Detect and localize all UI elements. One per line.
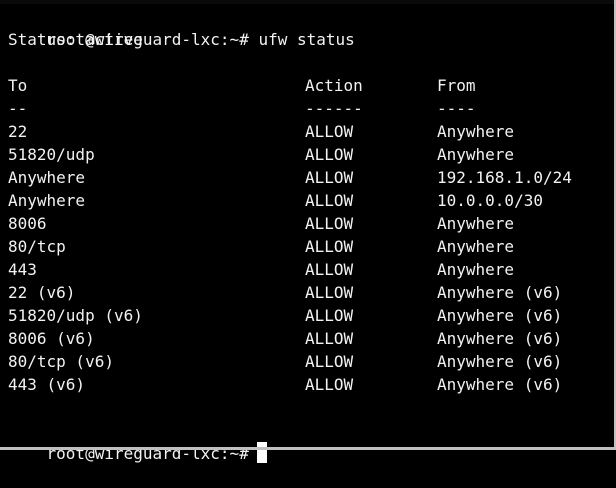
- rule-to: 51820/udp (v6): [8, 306, 143, 325]
- rule-to: 51820/udp: [8, 145, 95, 164]
- rule-to: Anywhere: [8, 168, 86, 187]
- rule-to: 22 (v6): [8, 283, 76, 302]
- rule-to: 443 (v6): [8, 375, 86, 394]
- header-action: Action: [305, 76, 363, 95]
- rule-action: ALLOW: [305, 283, 354, 302]
- table-row: 51820/udp (v6) ALLOW Anywhere (v6): [8, 304, 608, 327]
- command-text: ufw status: [258, 30, 355, 49]
- separator-action: ------: [305, 99, 363, 118]
- table-row: Anywhere ALLOW 10.0.0.0/30: [8, 189, 608, 212]
- rule-from: 192.168.1.0/24: [437, 168, 572, 187]
- separator-from: ----: [437, 99, 476, 118]
- table-row: 8006 (v6) ALLOW Anywhere (v6): [8, 327, 608, 350]
- rule-action: ALLOW: [305, 260, 354, 279]
- table-row: Anywhere ALLOW 192.168.1.0/24: [8, 166, 608, 189]
- rule-action: ALLOW: [305, 214, 354, 233]
- rule-from: Anywhere: [437, 145, 515, 164]
- rule-action: ALLOW: [305, 237, 354, 256]
- rule-action: ALLOW: [305, 306, 354, 325]
- rule-from: Anywhere (v6): [437, 283, 563, 302]
- table-row: 443 ALLOW Anywhere: [8, 258, 608, 281]
- table-header-row: To Action From: [8, 74, 608, 97]
- text-cursor[interactable]: [256, 442, 267, 463]
- rule-to: Anywhere: [8, 191, 86, 210]
- rule-from: Anywhere (v6): [437, 375, 563, 394]
- rule-action: ALLOW: [305, 375, 354, 394]
- table-row: 443 (v6) ALLOW Anywhere (v6): [8, 373, 608, 396]
- status-line: Status: active: [8, 30, 143, 49]
- rule-from: 10.0.0.0/30: [437, 191, 543, 210]
- input-line[interactable]: root@wireguard-lxc:~#: [8, 419, 267, 463]
- table-row: 80/tcp (v6) ALLOW Anywhere (v6): [8, 350, 608, 373]
- table-row: 51820/udp ALLOW Anywhere: [8, 143, 608, 166]
- header-from: From: [437, 76, 476, 95]
- rule-to: 8006 (v6): [8, 329, 95, 348]
- rule-to: 80/tcp (v6): [8, 352, 114, 371]
- table-row: 80/tcp ALLOW Anywhere: [8, 235, 608, 258]
- rule-action: ALLOW: [305, 168, 354, 187]
- rule-from: Anywhere: [437, 214, 515, 233]
- table-row: 22 (v6) ALLOW Anywhere (v6): [8, 281, 608, 304]
- rule-to: 80/tcp: [8, 237, 66, 256]
- rule-to: 22: [8, 122, 28, 141]
- rule-to: 443: [8, 260, 37, 279]
- rule-from: Anywhere: [437, 237, 515, 256]
- rule-from: Anywhere (v6): [437, 329, 563, 348]
- rule-action: ALLOW: [305, 329, 354, 348]
- separator-to: --: [8, 99, 28, 118]
- rule-action: ALLOW: [305, 145, 354, 164]
- header-to: To: [8, 76, 28, 95]
- table-separator-row: -- ------ ----: [8, 97, 608, 120]
- rule-from: Anywhere (v6): [437, 352, 563, 371]
- rule-action: ALLOW: [305, 191, 354, 210]
- rule-from: Anywhere: [437, 260, 515, 279]
- rule-action: ALLOW: [305, 352, 354, 371]
- table-row: 8006 ALLOW Anywhere: [8, 212, 608, 235]
- rule-from: Anywhere: [437, 122, 515, 141]
- table-row: 22 ALLOW Anywhere: [8, 120, 608, 143]
- window-top-edge: [0, 0, 616, 4]
- command-line: root@wireguard-lxc:~# ufw status: [8, 5, 355, 49]
- rule-action: ALLOW: [305, 122, 354, 141]
- rule-from: Anywhere (v6): [437, 306, 563, 325]
- terminal-window[interactable]: root@wireguard-lxc:~# ufw status Status:…: [0, 0, 616, 463]
- rule-to: 8006: [8, 214, 47, 233]
